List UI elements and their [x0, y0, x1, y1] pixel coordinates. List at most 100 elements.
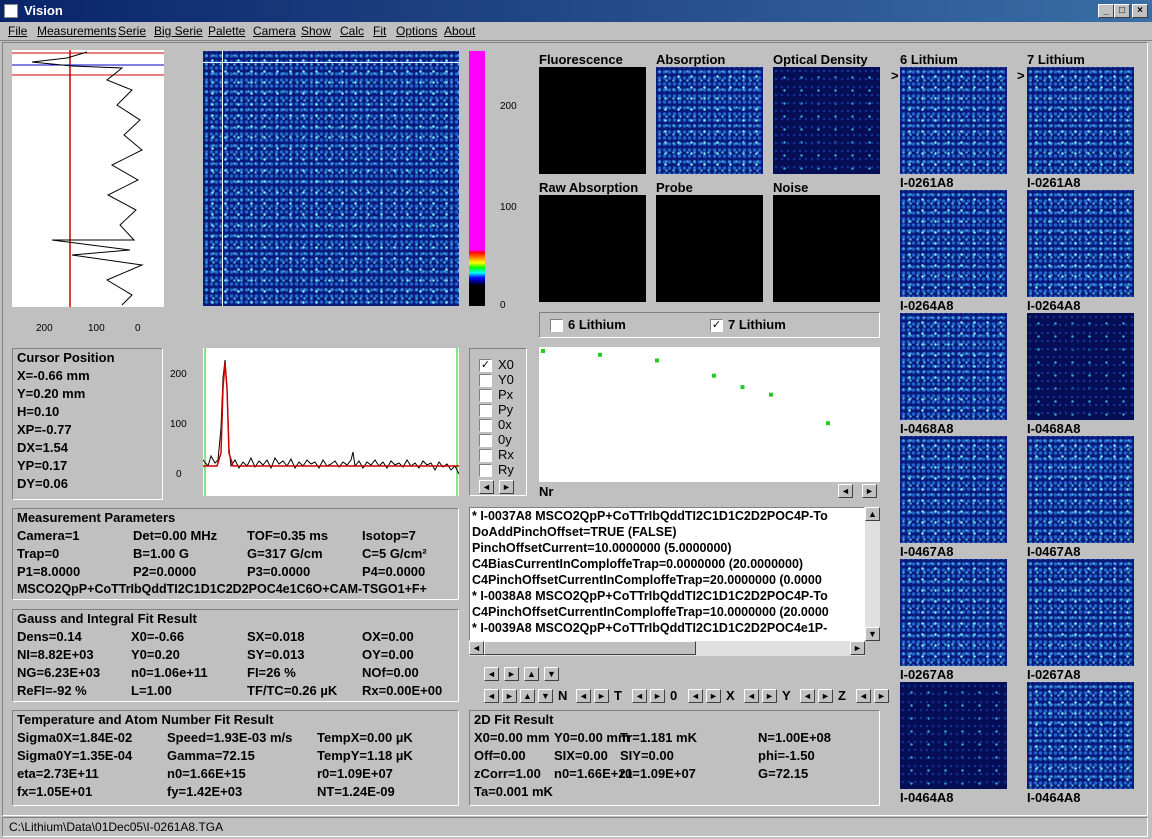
checkbox-fit-px[interactable] [479, 389, 492, 402]
nav-step-button[interactable]: ► [874, 689, 889, 703]
menu-serie[interactable]: Serie [118, 24, 146, 38]
thumb-li7-image[interactable] [1027, 436, 1134, 543]
menu-file[interactable]: File [8, 24, 27, 38]
fit-next-button[interactable]: ► [499, 480, 514, 494]
thumb-li7-image[interactable] [1027, 190, 1134, 297]
nav-step-button[interactable]: ▼ [538, 689, 553, 703]
nav-step-button[interactable]: ◄ [576, 689, 591, 703]
temp-r2-c1: n0=1.66E+15 [167, 766, 246, 781]
nav-step-button[interactable]: ◄ [484, 689, 499, 703]
checkbox-fit-x0[interactable]: ✓ [479, 359, 492, 372]
log-line[interactable]: * I-0037A8 MSCO2QpP+CoTTrIbQddTI2C1D1C2D… [472, 508, 864, 524]
optical-density-image[interactable] [773, 67, 880, 174]
thumb-li7-label: I-0267A8 [1027, 667, 1081, 682]
checkbox-fit-py[interactable] [479, 404, 492, 417]
fluorescence-image[interactable] [539, 67, 646, 174]
title-bar: Vision _ □ × [0, 0, 1152, 22]
scatter-next-button[interactable]: ► [862, 484, 877, 498]
nav-step-button[interactable]: ► [706, 689, 721, 703]
thumb-li6-image[interactable] [900, 190, 1007, 297]
probe-image[interactable] [656, 195, 763, 302]
nav-step-button[interactable]: ◄ [688, 689, 703, 703]
thumb-li6-image[interactable] [900, 67, 1007, 174]
log-vscrollbar[interactable]: ▲ ▼ [865, 507, 880, 641]
log-line[interactable]: DoAddPinchOffset=TRUE (FALSE) [472, 524, 864, 540]
log-line[interactable]: PinchOffsetCurrent=10.0000000 (5.0000000… [472, 540, 864, 556]
cursor-h: H=0.10 [17, 404, 60, 419]
log-scroll-left[interactable]: ◄ [469, 641, 484, 655]
nav-step-button[interactable]: ► [650, 689, 665, 703]
close-button[interactable]: × [1132, 4, 1148, 18]
meas-camera: Camera=1 [17, 528, 80, 543]
log-line[interactable]: C4PinchOffsetCurrentInComploffeTrap=10.0… [472, 604, 864, 620]
noise-image[interactable] [773, 195, 880, 302]
absorption-image[interactable] [656, 67, 763, 174]
nav-step-button[interactable]: ▲ [520, 689, 535, 703]
thumb-li6-image[interactable] [900, 313, 1007, 420]
checkbox-fit-ry[interactable] [479, 464, 492, 477]
log-scroll-up[interactable]: ▲ [865, 507, 880, 521]
checkbox-fit-rx[interactable] [479, 449, 492, 462]
checkbox-fit-y0[interactable] [479, 374, 492, 387]
nav-step-button[interactable]: ◄ [856, 689, 871, 703]
nav-step-button[interactable]: ◄ [800, 689, 815, 703]
nav-button[interactable]: ◄ [484, 667, 499, 681]
log-scroll-right[interactable]: ► [850, 641, 865, 655]
thumb-li7-image[interactable] [1027, 559, 1134, 666]
maximize-button[interactable]: □ [1114, 4, 1130, 18]
thumb-li7-image[interactable] [1027, 682, 1134, 789]
meas-p3: P3=0.0000 [247, 564, 311, 579]
vprofile-tick-0: 0 [135, 323, 141, 334]
menu-big-serie[interactable]: Big Serie [154, 24, 203, 38]
menu-palette[interactable]: Palette [208, 24, 245, 38]
thumb-li6-image[interactable] [900, 682, 1007, 789]
checkbox-fit-0x[interactable] [479, 419, 492, 432]
nav-step-button[interactable]: ► [594, 689, 609, 703]
log-line[interactable]: * I-0039A8 MSCO2QpP+CoTTrIbQddTI2C1D1C2D… [472, 620, 864, 636]
nav-step-button[interactable]: ◄ [632, 689, 647, 703]
fit-prev-button[interactable]: ◄ [479, 480, 494, 494]
vertical-profile-plot [12, 50, 164, 307]
nav-button[interactable]: ▼ [544, 667, 559, 681]
checkbox-fit-0y[interactable] [479, 434, 492, 447]
log-scroll-down[interactable]: ▼ [865, 627, 880, 641]
checkbox-li7[interactable]: ✓ [710, 319, 723, 332]
log-hscroll-thumb[interactable] [484, 641, 696, 655]
log-line[interactable]: * I-0038A8 MSCO2QpP+CoTTrIbQddTI2C1D1C2D… [472, 588, 864, 604]
nav-letter: Y [782, 688, 791, 703]
measurement-log-list[interactable]: * I-0037A8 MSCO2QpP+CoTTrIbQddTI2C1D1C2D… [469, 507, 865, 641]
nav-step-button[interactable]: ► [502, 689, 517, 703]
raw-absorption-image[interactable] [539, 195, 646, 302]
thumb-li6-image[interactable] [900, 559, 1007, 666]
fit2d-r1-c0: Off=0.00 [474, 748, 526, 763]
label-fluorescence: Fluorescence [539, 52, 623, 67]
fit-axis-group: ✓ X0 Y0 Px Py 0x 0y Rx Ry ◄ ► [469, 348, 527, 496]
menu-fit[interactable]: Fit [373, 24, 386, 38]
menu-about[interactable]: About [444, 24, 475, 38]
nav-step-button[interactable]: ◄ [744, 689, 759, 703]
scatter-prev-button[interactable]: ◄ [838, 484, 853, 498]
temp-title: Temperature and Atom Number Fit Result [17, 712, 274, 727]
fit2d-r2-c2: r0=1.09E+07 [620, 766, 696, 781]
log-hscrollbar[interactable]: ◄ ► [469, 641, 865, 656]
menu-calc[interactable]: Calc [340, 24, 364, 38]
nav-step-button[interactable]: ► [762, 689, 777, 703]
checkbox-li6[interactable] [550, 319, 563, 332]
menu-options[interactable]: Options [396, 24, 437, 38]
label-fit-px: Px [498, 387, 514, 402]
label-fit-y0: Y0 [498, 372, 514, 387]
log-line[interactable]: C4PinchOffsetCurrentInComploffeTrap=20.0… [472, 572, 864, 588]
menu-camera[interactable]: Camera [253, 24, 296, 38]
minimize-button[interactable]: _ [1098, 4, 1114, 18]
log-line[interactable]: C4BiasCurrentInComploffeTrap=0.0000000 (… [472, 556, 864, 572]
main-camera-image[interactable] [203, 51, 459, 306]
fit2d-r2-c0: zCorr=1.00 [474, 766, 541, 781]
thumb-li7-image[interactable] [1027, 67, 1134, 174]
thumb-li6-image[interactable] [900, 436, 1007, 543]
thumb-li7-image[interactable] [1027, 313, 1134, 420]
nav-step-button[interactable]: ► [818, 689, 833, 703]
nav-button[interactable]: ► [504, 667, 519, 681]
nav-button[interactable]: ▲ [524, 667, 539, 681]
menu-show[interactable]: Show [301, 24, 331, 38]
menu-measurements[interactable]: Measurements [37, 24, 116, 38]
